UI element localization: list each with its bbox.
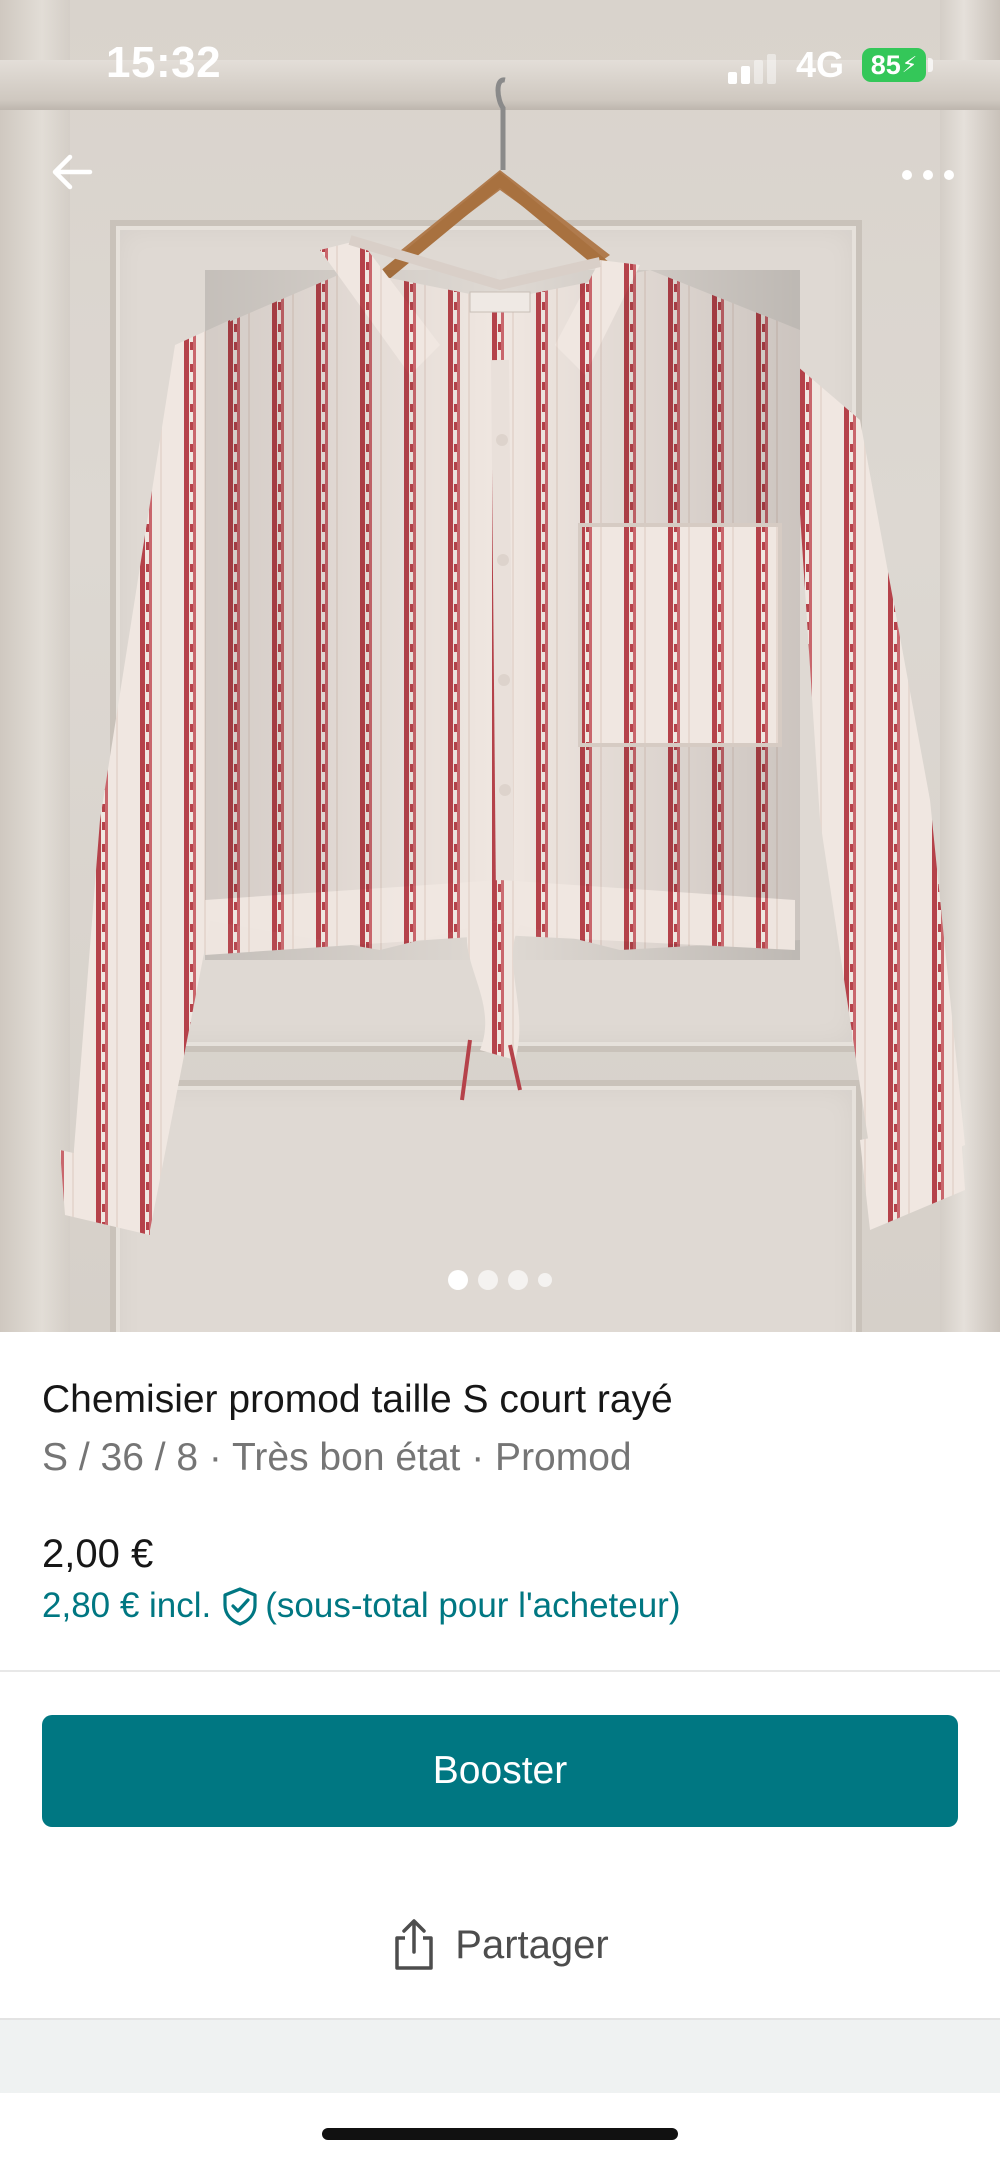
item-title: Chemisier promod taille S court rayé (42, 1378, 673, 1421)
item-price: 2,00 € (42, 1532, 154, 1576)
shirt-image (60, 77, 965, 1235)
page-dot[interactable] (448, 1270, 468, 1290)
price-incl-amount: 2,80 € incl. (42, 1586, 212, 1625)
status-time: 15:32 (106, 38, 222, 87)
bottom-section (0, 2020, 1000, 2093)
home-indicator[interactable] (322, 2128, 678, 2140)
photo-page-indicator[interactable] (0, 1268, 1000, 1292)
more-options-button[interactable] (890, 145, 966, 205)
back-button[interactable] (40, 140, 104, 204)
buyer-protection-price[interactable]: 2,80 € incl. (sous-total pour l'acheteur… (42, 1586, 681, 1626)
shield-check-icon (223, 1587, 257, 1626)
status-bar: 15:32 4G 85 ⚡ (0, 0, 1000, 130)
page-dot[interactable] (478, 1270, 498, 1290)
boost-button-label: Booster (432, 1749, 568, 1792)
divider (0, 1670, 1000, 1672)
back-arrow-icon (52, 154, 93, 190)
share-button-label: Partager (455, 1922, 609, 1967)
battery-icon: 85 ⚡ (862, 48, 926, 82)
signal-icon (728, 52, 788, 84)
share-icon (395, 1919, 434, 1970)
page-dot[interactable] (508, 1270, 528, 1290)
battery-tip (928, 58, 933, 72)
product-photo[interactable]: 15:32 4G 85 ⚡ (0, 0, 1000, 1332)
boost-button[interactable]: Booster (42, 1715, 958, 1827)
page-dot[interactable] (538, 1273, 552, 1287)
share-button[interactable]: Partager (0, 1905, 1000, 1985)
item-details: S / 36 / 8 · Très bon état · Promod (42, 1436, 632, 1479)
price-incl-note: (sous-total pour l'acheteur) (265, 1586, 681, 1625)
charging-bolt-icon: ⚡ (901, 52, 918, 77)
battery-level: 85 (870, 49, 901, 80)
network-type: 4G (796, 44, 845, 85)
more-dots-icon (902, 170, 954, 180)
